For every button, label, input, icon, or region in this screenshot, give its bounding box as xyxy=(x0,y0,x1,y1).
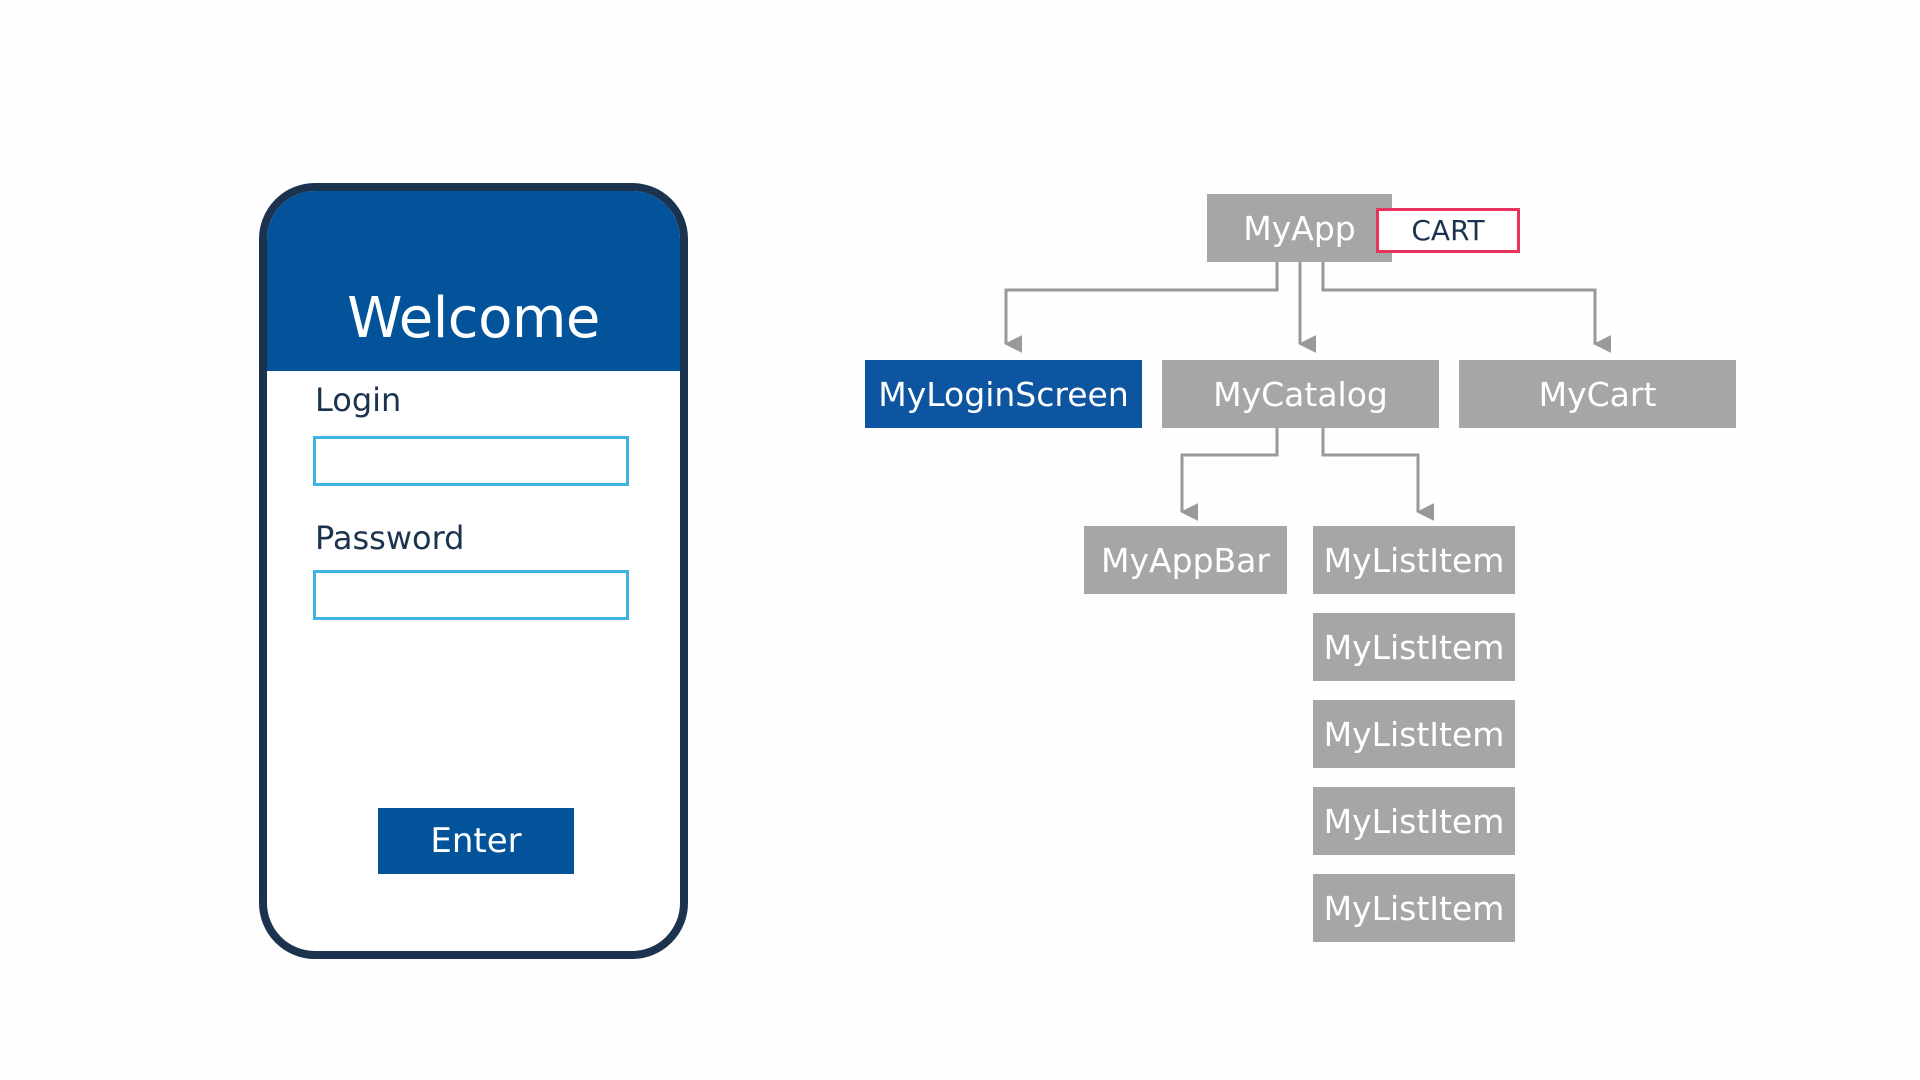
node-mycatalog: MyCatalog xyxy=(1162,360,1439,428)
node-myappbar: MyAppBar xyxy=(1084,526,1287,594)
node-myloginscreen: MyLoginScreen xyxy=(865,360,1142,428)
node-mylistitem: MyListItem xyxy=(1313,700,1515,768)
connector-mycatalog-to-mylistitem xyxy=(1321,428,1435,521)
phone-header: Welcome xyxy=(267,191,680,371)
password-label: Password xyxy=(315,519,465,557)
login-input[interactable] xyxy=(313,436,629,486)
node-mylistitem: MyListItem xyxy=(1313,526,1515,594)
cart-highlight-badge: CART xyxy=(1376,208,1520,253)
connector-myapp-to-myloginscreen xyxy=(1004,262,1279,353)
connector-mycatalog-to-myappbar xyxy=(1180,428,1279,521)
connector-myapp-to-mycart xyxy=(1321,262,1612,353)
password-input[interactable] xyxy=(313,570,629,620)
login-label: Login xyxy=(315,381,402,419)
enter-button[interactable]: Enter xyxy=(378,808,574,874)
node-mycart: MyCart xyxy=(1459,360,1736,428)
phone-mockup: Welcome Login Password Enter xyxy=(259,183,688,959)
node-mylistitem: MyListItem xyxy=(1313,787,1515,855)
node-mylistitem: MyListItem xyxy=(1313,874,1515,942)
node-mylistitem: MyListItem xyxy=(1313,613,1515,681)
node-myapp: MyApp xyxy=(1207,194,1392,262)
welcome-title: Welcome xyxy=(347,286,600,351)
